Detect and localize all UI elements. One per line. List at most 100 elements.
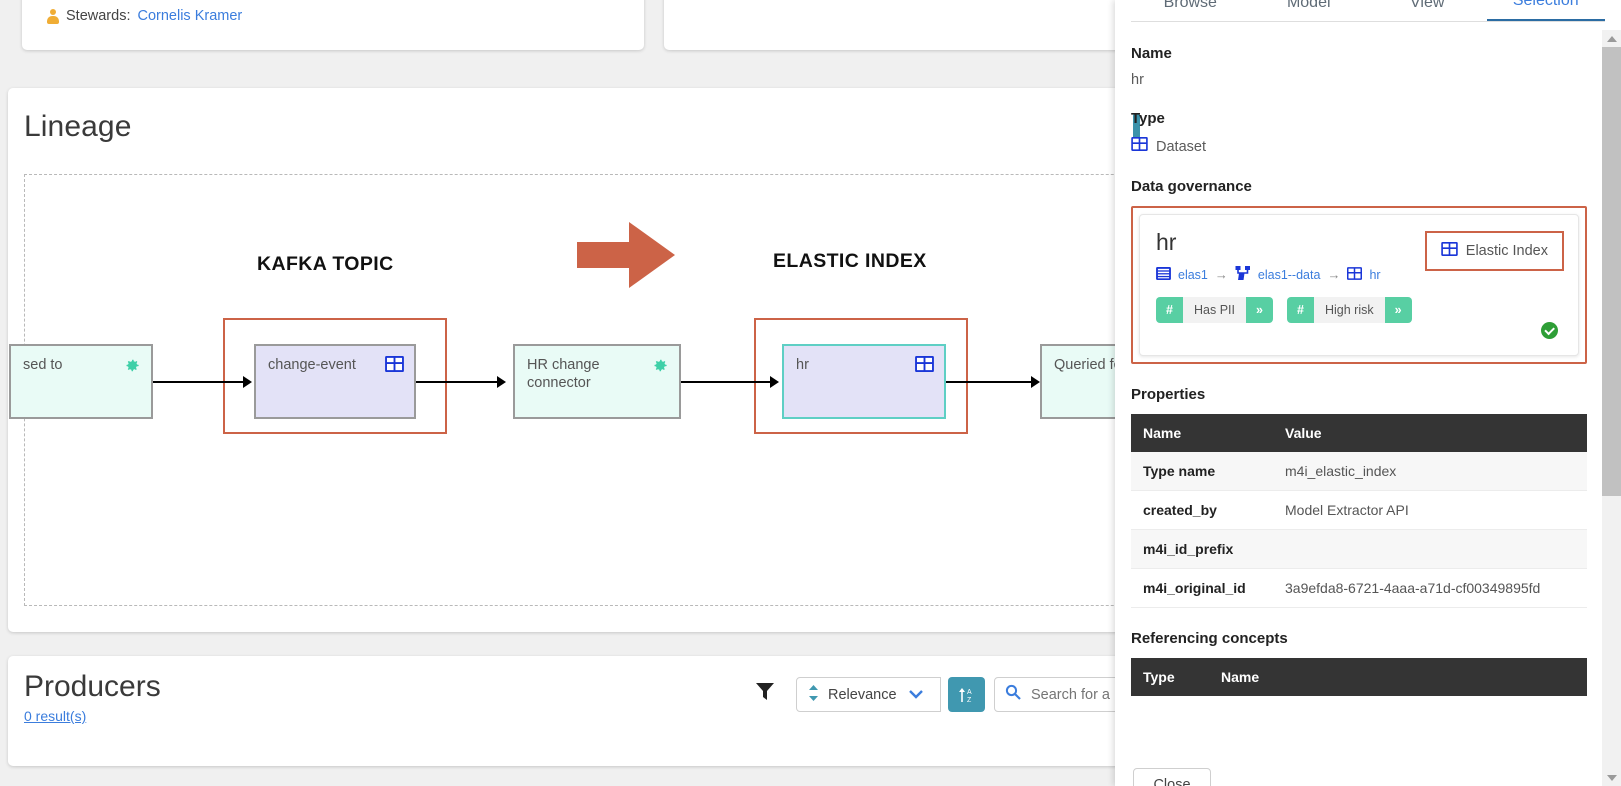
referencing-header-type: Type bbox=[1131, 658, 1209, 696]
referencing-header-row: Type Name bbox=[1131, 658, 1587, 696]
governance-tags: # Has PII » # High risk » bbox=[1156, 297, 1562, 323]
stewards-label: Stewards: bbox=[66, 8, 131, 24]
tab-selection[interactable]: Selection bbox=[1486, 0, 1605, 21]
sort-direction-button[interactable]: A Z bbox=[948, 677, 985, 712]
selection-panel: Browse Model View Selection Name hr Type bbox=[1115, 0, 1621, 786]
lineage-arrow-4 bbox=[1031, 376, 1040, 388]
app-root: Stewards: Cornelis Kramer Lineage KAFKA … bbox=[0, 0, 1621, 786]
table-row: m4i_id_prefix bbox=[1131, 529, 1587, 569]
name-value: hr bbox=[1131, 72, 1144, 88]
hash-icon: # bbox=[1156, 297, 1183, 323]
producers-result-count[interactable]: 0 result(s) bbox=[24, 708, 86, 724]
lineage-arrow-2 bbox=[497, 376, 506, 388]
green-check-icon bbox=[1541, 322, 1558, 339]
chevron-right-icon[interactable]: » bbox=[1246, 297, 1273, 323]
svg-text:Z: Z bbox=[967, 697, 972, 704]
table-row: m4i_original_id 3a9efda8-6721-4aaa-a71d-… bbox=[1131, 568, 1587, 608]
table-row: Type name m4i_elastic_index bbox=[1131, 452, 1587, 491]
svg-text:A: A bbox=[967, 689, 972, 696]
lineage-node-used-to[interactable]: sed to bbox=[9, 344, 153, 419]
tag-label: High risk bbox=[1314, 297, 1385, 323]
lineage-node-label: change-event bbox=[268, 357, 356, 373]
type-label: Type bbox=[1131, 110, 1165, 127]
hash-icon: # bbox=[1287, 297, 1314, 323]
governance-path-item-1[interactable]: elas1 bbox=[1178, 268, 1208, 282]
lineage-arrow-3 bbox=[770, 376, 779, 388]
property-value bbox=[1273, 529, 1587, 569]
tag-label: Has PII bbox=[1183, 297, 1246, 323]
grid-icon bbox=[1441, 242, 1458, 260]
search-icon bbox=[1005, 684, 1021, 705]
big-right-arrow-icon bbox=[577, 220, 677, 295]
referencing-concepts-label: Referencing concepts bbox=[1131, 630, 1288, 647]
panel-tabs: Browse Model View Selection bbox=[1131, 0, 1605, 22]
producers-card: Producers 0 result(s) Relevance A Z Sear… bbox=[8, 656, 1115, 766]
steward-link[interactable]: Cornelis Kramer bbox=[137, 8, 242, 24]
sort-select-value: Relevance bbox=[828, 686, 897, 703]
tab-view[interactable]: View bbox=[1368, 0, 1487, 21]
tag-high-risk[interactable]: # High risk » bbox=[1287, 297, 1412, 323]
panel-body: Name hr Type Dataset Data governance hr … bbox=[1115, 23, 1603, 786]
property-name: Type name bbox=[1131, 452, 1273, 491]
lineage-node-label: hr bbox=[796, 357, 809, 373]
type-row: Dataset bbox=[1131, 137, 1587, 156]
chevron-right-icon[interactable]: » bbox=[1384, 297, 1412, 323]
properties-header-name: Name bbox=[1131, 414, 1273, 452]
property-name: m4i_original_id bbox=[1131, 568, 1273, 608]
lineage-node-queried-for[interactable]: Queried fo bbox=[1040, 344, 1115, 419]
stewards-row: Stewards: Cornelis Kramer bbox=[46, 8, 242, 24]
hierarchy-icon bbox=[1235, 266, 1251, 283]
lineage-canvas[interactable]: KAFKA TOPIC ELASTIC INDEX sed to change-… bbox=[9, 174, 1115, 606]
tag-has-pii[interactable]: # Has PII » bbox=[1156, 297, 1273, 323]
lineage-node-change-event[interactable]: change-event bbox=[254, 344, 416, 419]
path-separator-icon: → bbox=[1214, 267, 1228, 282]
lineage-node-label: HR change connector bbox=[527, 357, 600, 392]
data-governance-label: Data governance bbox=[1131, 178, 1252, 195]
properties-header-value: Value bbox=[1273, 414, 1587, 452]
type-value: Dataset bbox=[1156, 138, 1206, 155]
stewards-card: Stewards: Cornelis Kramer bbox=[22, 0, 644, 50]
lineage-node-hr[interactable]: hr bbox=[782, 344, 946, 419]
scroll-down-arrow-icon[interactable] bbox=[1602, 769, 1621, 786]
tab-model[interactable]: Model bbox=[1250, 0, 1369, 21]
properties-table: Name Value Type name m4i_elastic_index c… bbox=[1131, 414, 1587, 608]
grid-icon bbox=[1131, 137, 1148, 156]
governance-path-item-2[interactable]: elas1--data bbox=[1258, 268, 1321, 282]
grid-icon bbox=[915, 356, 934, 372]
governance-path-item-3[interactable]: hr bbox=[1369, 268, 1380, 282]
lineage-group-label-kafka: KAFKA TOPIC bbox=[257, 253, 394, 275]
lineage-arrow-1 bbox=[243, 376, 252, 388]
data-governance-highlight: hr elas1 → elas1--data → hr # Has PII » … bbox=[1131, 206, 1587, 364]
grid-icon bbox=[1347, 266, 1363, 283]
close-button[interactable]: Close bbox=[1133, 768, 1211, 786]
governance-type-label: Elastic Index bbox=[1465, 243, 1548, 259]
sort-select[interactable]: Relevance bbox=[796, 677, 941, 712]
lineage-edge-1 bbox=[153, 381, 247, 383]
grid-icon bbox=[385, 356, 404, 372]
lineage-edge-2 bbox=[416, 381, 500, 383]
secondary-top-card bbox=[664, 0, 1115, 50]
gear-icon bbox=[122, 356, 141, 375]
governance-card[interactable]: hr elas1 → elas1--data → hr # Has PII » … bbox=[1139, 214, 1579, 356]
chevron-down-icon bbox=[908, 687, 923, 703]
search-box[interactable] bbox=[994, 677, 1115, 712]
database-icon bbox=[1156, 266, 1171, 283]
search-input[interactable] bbox=[1029, 685, 1115, 704]
scroll-up-arrow-icon[interactable] bbox=[1602, 30, 1621, 47]
lineage-node-hr-change-connector[interactable]: HR change connector bbox=[513, 344, 681, 419]
lineage-node-label: Queried fo bbox=[1054, 357, 1115, 373]
name-label: Name bbox=[1131, 45, 1172, 62]
governance-type-chip: Elastic Index bbox=[1424, 231, 1564, 271]
table-row: created_by Model Extractor API bbox=[1131, 490, 1587, 530]
lineage-card: Lineage KAFKA TOPIC ELASTIC INDEX sed to… bbox=[8, 88, 1115, 632]
properties-header-row: Name Value bbox=[1131, 414, 1587, 452]
tab-browse[interactable]: Browse bbox=[1131, 0, 1250, 21]
producers-title: Producers bbox=[24, 670, 161, 703]
property-name: m4i_id_prefix bbox=[1131, 529, 1273, 569]
referencing-concepts-table: Type Name bbox=[1131, 658, 1587, 696]
property-value: 3a9efda8-6721-4aaa-a71d-cf00349895fd bbox=[1273, 568, 1587, 608]
panel-scrollbar-thumb[interactable] bbox=[1602, 47, 1621, 496]
properties-label: Properties bbox=[1131, 386, 1206, 403]
filter-icon[interactable] bbox=[754, 680, 776, 707]
property-value: m4i_elastic_index bbox=[1273, 452, 1587, 491]
